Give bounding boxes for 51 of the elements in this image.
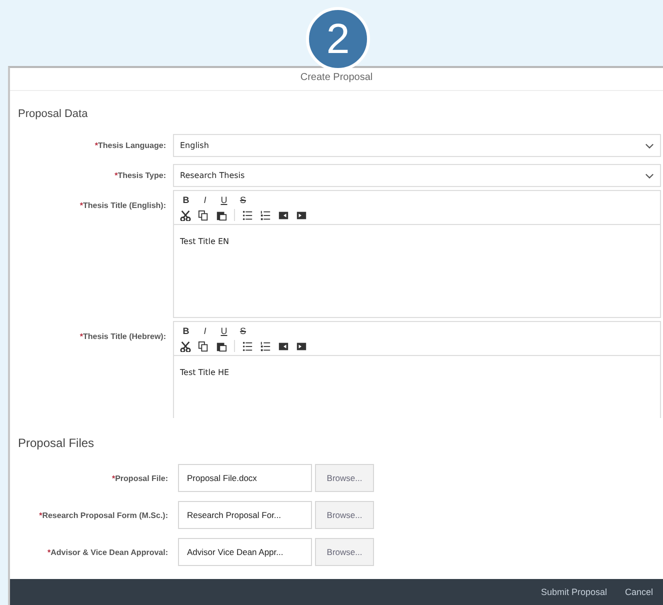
indent-icon[interactable] [296, 340, 307, 352]
field-label: *Thesis Title (English): [78, 200, 167, 211]
scissors-icon[interactable] [180, 210, 191, 220]
bold-button[interactable]: B [180, 326, 192, 336]
dropdown-value: Research Thesis [180, 171, 245, 180]
underline-button[interactable]: U [218, 326, 230, 336]
text-editor-area[interactable]: Test Title EN [174, 225, 660, 317]
chevron-down-icon [645, 142, 654, 148]
field-label: *Thesis Language: [94, 140, 167, 151]
file-name-field[interactable]: Proposal File.docx [178, 464, 312, 492]
numbered-list-icon[interactable] [260, 210, 271, 220]
field-label: *Research Proposal Form (M.Sc.): [38, 510, 169, 520]
field-label: *Thesis Type: [114, 170, 167, 181]
dropdown-field[interactable]: Research Thesis [173, 164, 661, 187]
field-label: *Advisor & Vice Dean Approval: [46, 546, 169, 558]
indent-icon[interactable] [296, 210, 307, 220]
strikethrough-button[interactable]: S [237, 326, 249, 336]
clipboard-icon[interactable] [216, 340, 227, 352]
section-heading: Proposal Files [17, 436, 96, 450]
browse-button[interactable]: Browse... [315, 501, 374, 529]
file-name-field[interactable]: Research Proposal For... [178, 501, 312, 529]
submit-button[interactable]: Submit Proposal [536, 585, 611, 599]
strikethrough-button[interactable]: S [237, 195, 249, 205]
editor-text: Test Title EN [180, 237, 230, 246]
copy-icon[interactable] [198, 340, 209, 352]
editor-text: Test Title HE [180, 368, 230, 377]
cancel-button[interactable]: Cancel [620, 585, 657, 599]
bold-button[interactable]: B [180, 195, 192, 205]
chevron-down-icon [645, 172, 654, 178]
bulleted-list-icon[interactable] [242, 210, 253, 220]
dropdown-field[interactable]: English [173, 134, 661, 157]
underline-button[interactable]: U [218, 195, 230, 205]
text-editor-area[interactable]: Test Title HE [174, 356, 660, 418]
clipboard-icon[interactable] [216, 210, 227, 220]
scissors-icon[interactable] [180, 340, 191, 352]
section-heading: Proposal Data [17, 108, 89, 120]
bulleted-list-icon[interactable] [242, 340, 253, 352]
file-name-field[interactable]: Advisor Vice Dean Appr... [178, 538, 312, 566]
outdent-icon[interactable] [278, 210, 289, 220]
italic-button[interactable]: I [199, 195, 211, 205]
field-label: *Proposal File: [110, 472, 169, 484]
italic-button[interactable]: I [199, 326, 211, 336]
browse-button[interactable]: Browse... [315, 538, 374, 566]
dialog-title: Create Proposal [10, 68, 663, 91]
numbered-list-icon[interactable] [260, 340, 271, 352]
dropdown-value: English [180, 141, 209, 150]
outdent-icon[interactable] [278, 340, 289, 352]
copy-icon[interactable] [198, 210, 209, 220]
field-label: *Thesis Title (Hebrew): [78, 331, 167, 342]
browse-button[interactable]: Browse... [315, 464, 374, 492]
step-number-badge: 2 [306, 7, 370, 71]
